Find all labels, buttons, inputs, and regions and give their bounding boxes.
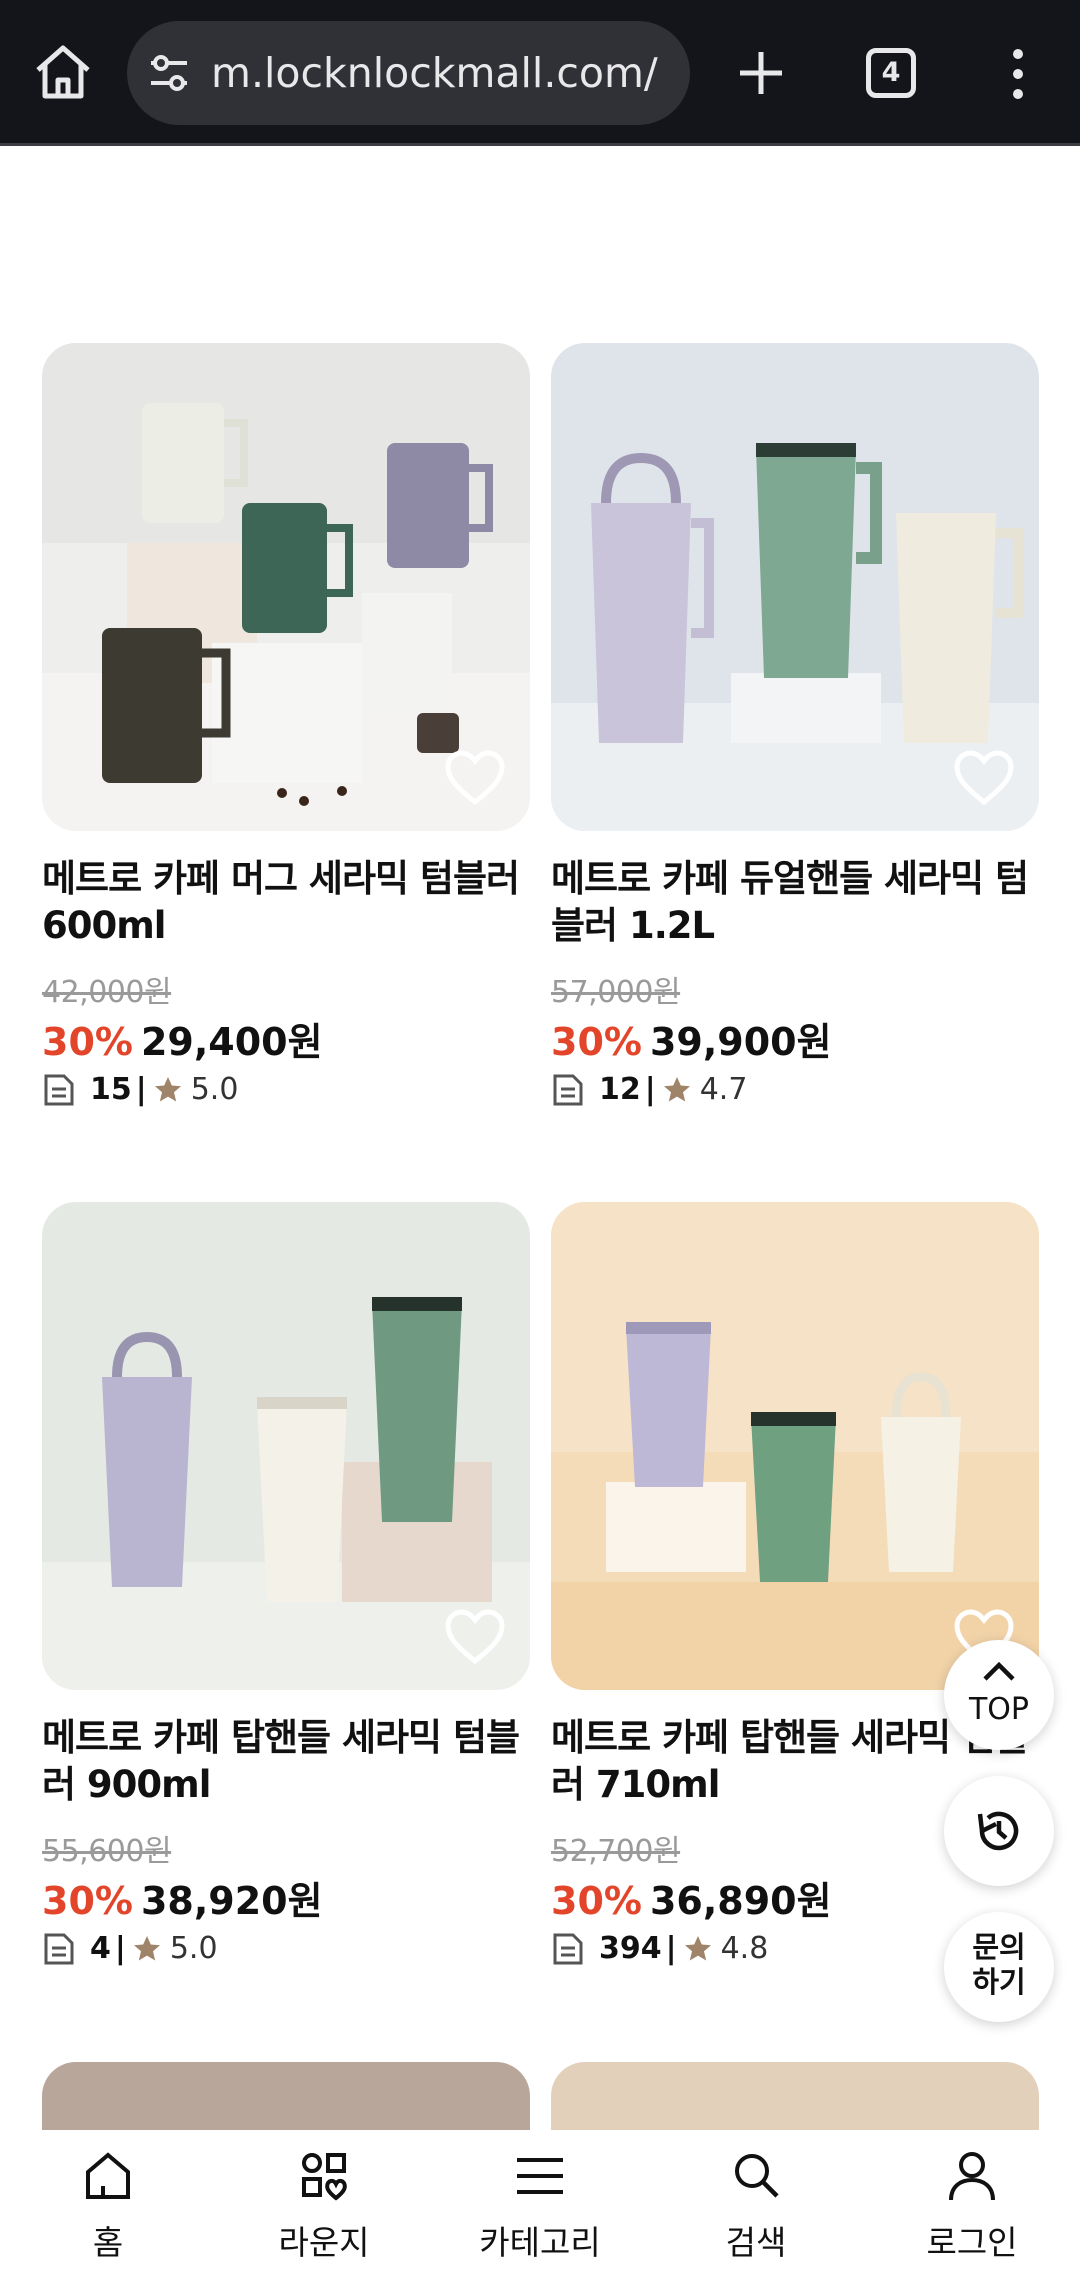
tab-switcher-button[interactable]: 4 bbox=[866, 48, 916, 98]
sale-price: 39,900원 bbox=[649, 1020, 832, 1064]
review-doc-icon bbox=[42, 1931, 76, 1967]
lounge-icon bbox=[302, 2153, 347, 2201]
nav-label: 카테고리 bbox=[479, 2223, 601, 2262]
meta-separator: | bbox=[665, 1931, 677, 1966]
bottom-navigation: 홈 라운지 카테고리 검색 로그인 bbox=[0, 2130, 1080, 2284]
nav-label: 로그인 bbox=[926, 2223, 1018, 2262]
price-line: 30% 39,900원 bbox=[551, 1011, 832, 1064]
rating-value: 5.0 bbox=[190, 1072, 239, 1107]
url-text[interactable]: m.locknlockmall.com/ bbox=[211, 21, 672, 125]
review-meta: 15 | 5.0 bbox=[42, 1071, 238, 1113]
review-count: 394 bbox=[599, 1931, 662, 1966]
menu-icon bbox=[517, 2158, 563, 2194]
product-image[interactable] bbox=[551, 343, 1039, 831]
product-image[interactable] bbox=[42, 1202, 530, 1690]
top-label: TOP bbox=[968, 1692, 1030, 1727]
rating-value: 4.8 bbox=[720, 1931, 769, 1966]
history-icon bbox=[977, 1811, 1019, 1851]
nav-category[interactable]: 카테고리 bbox=[432, 2130, 648, 2284]
original-price: 52,700원 bbox=[551, 1834, 681, 1869]
discount-rate: 30% bbox=[551, 1020, 642, 1064]
chevron-up-icon bbox=[983, 1661, 1015, 1681]
address-bar[interactable]: m.locknlockmall.com/ bbox=[127, 21, 690, 125]
rating-value: 5.0 bbox=[169, 1931, 218, 1966]
sale-price: 38,920원 bbox=[140, 1879, 323, 1923]
inquiry-button[interactable]: 문의 하기 bbox=[944, 1912, 1054, 2022]
wishlist-heart-icon[interactable] bbox=[444, 749, 506, 807]
browser-home-icon[interactable] bbox=[30, 40, 96, 106]
review-count: 12 bbox=[599, 1072, 641, 1107]
wishlist-heart-icon[interactable] bbox=[953, 749, 1015, 807]
nav-label: 검색 bbox=[725, 2223, 787, 2262]
star-icon bbox=[153, 1075, 183, 1105]
review-doc-icon bbox=[42, 1072, 76, 1108]
review-meta: 4 | 5.0 bbox=[42, 1930, 218, 1972]
review-doc-icon bbox=[551, 1072, 585, 1108]
price-line: 30% 36,890원 bbox=[551, 1870, 832, 1923]
home-icon bbox=[86, 2152, 130, 2199]
nav-login[interactable]: 로그인 bbox=[864, 2130, 1080, 2284]
meta-separator: | bbox=[114, 1931, 126, 1966]
meta-separator: | bbox=[135, 1072, 147, 1107]
browser-toolbar: m.locknlockmall.com/ 4 bbox=[0, 0, 1080, 146]
search-icon bbox=[735, 2154, 779, 2198]
product-name[interactable]: 메트로 카페 탑핸들 세라믹 텀블러 900ml bbox=[42, 1714, 530, 1808]
more-vert-icon[interactable] bbox=[990, 44, 1046, 104]
nav-search[interactable]: 검색 bbox=[648, 2130, 864, 2284]
tune-icon[interactable] bbox=[147, 51, 191, 95]
plus-icon[interactable] bbox=[730, 42, 792, 104]
review-meta: 12 | 4.7 bbox=[551, 1071, 747, 1113]
nav-label: 홈 bbox=[92, 2223, 124, 2262]
price-line: 30% 29,400원 bbox=[42, 1011, 323, 1064]
original-price: 42,000원 bbox=[42, 975, 172, 1010]
meta-separator: | bbox=[644, 1072, 656, 1107]
price-line: 30% 38,920원 bbox=[42, 1870, 323, 1923]
sale-price: 29,400원 bbox=[140, 1020, 323, 1064]
rating-value: 4.7 bbox=[699, 1072, 748, 1107]
review-count: 15 bbox=[90, 1072, 132, 1107]
product-image[interactable] bbox=[551, 1202, 1039, 1690]
review-doc-icon bbox=[551, 1931, 585, 1967]
discount-rate: 30% bbox=[42, 1020, 133, 1064]
review-meta: 394 | 4.8 bbox=[551, 1930, 768, 1972]
sale-price: 36,890원 bbox=[649, 1879, 832, 1923]
product-name[interactable]: 메트로 카페 머그 세라믹 텀블러 600ml bbox=[42, 855, 530, 949]
star-icon bbox=[662, 1075, 692, 1105]
product-name[interactable]: 메트로 카페 듀얼핸들 세라믹 텀블러 1.2L bbox=[551, 855, 1039, 949]
original-price: 55,600원 bbox=[42, 1834, 172, 1869]
star-icon bbox=[683, 1934, 713, 1964]
scroll-top-button[interactable]: TOP bbox=[944, 1640, 1054, 1750]
product-image[interactable] bbox=[42, 343, 530, 831]
review-count: 4 bbox=[90, 1931, 111, 1966]
inquiry-label: 문의 하기 bbox=[972, 1930, 1026, 1999]
wishlist-heart-icon[interactable] bbox=[444, 1608, 506, 1666]
star-icon bbox=[132, 1934, 162, 1964]
nav-lounge[interactable]: 라운지 bbox=[216, 2130, 432, 2284]
nav-label: 라운지 bbox=[278, 2223, 370, 2262]
original-price: 57,000원 bbox=[551, 975, 681, 1010]
user-icon bbox=[949, 2152, 995, 2201]
nav-home[interactable]: 홈 bbox=[0, 2130, 216, 2284]
recent-history-button[interactable] bbox=[944, 1776, 1054, 1886]
discount-rate: 30% bbox=[42, 1879, 133, 1923]
discount-rate: 30% bbox=[551, 1879, 642, 1923]
